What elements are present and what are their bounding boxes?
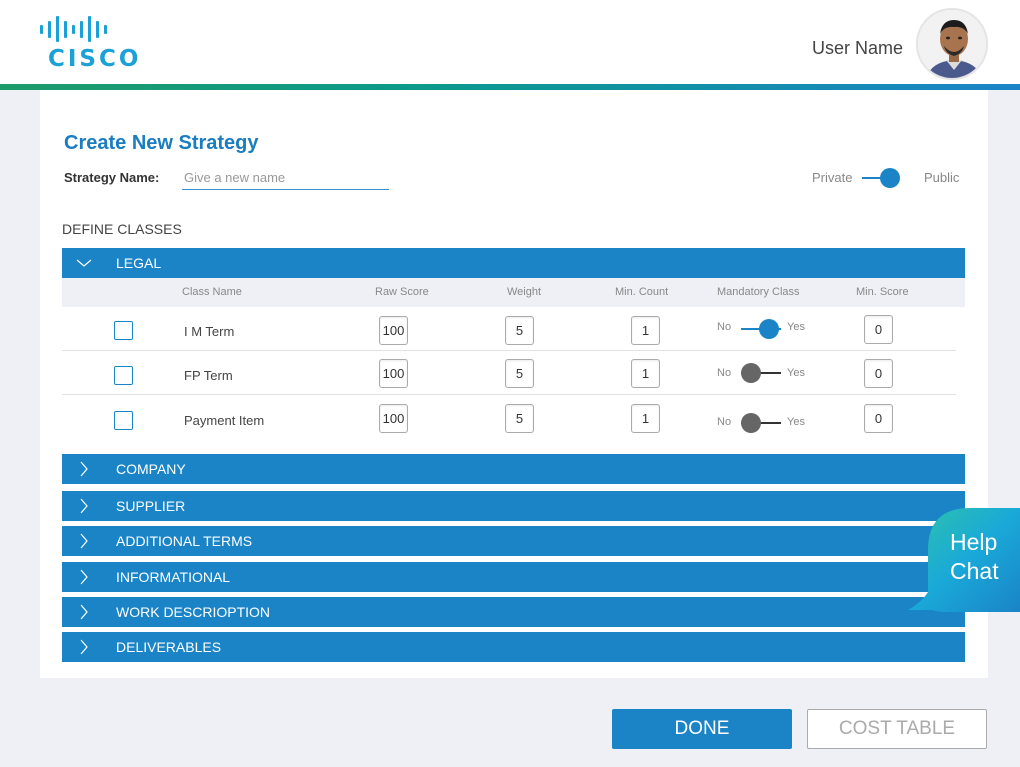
section-label: SUPPLIER: [116, 498, 186, 514]
section-informational[interactable]: INFORMATIONAL: [62, 562, 965, 592]
section-label: COMPANY: [116, 461, 186, 477]
column-header-min-count: Min. Count: [615, 286, 669, 298]
section-legal[interactable]: LEGAL: [62, 248, 965, 278]
table-row: Payment Item 100 5 1 No Yes 0: [62, 395, 965, 439]
chevron-right-icon: [80, 498, 88, 514]
min-count-input[interactable]: 1: [631, 359, 660, 388]
chevron-right-icon: [80, 533, 88, 549]
app-header: CISCO User Name: [0, 0, 1020, 84]
section-additional-terms[interactable]: ADDITIONAL TERMS: [62, 526, 965, 556]
mandatory-toggle[interactable]: [741, 363, 781, 383]
row-checkbox[interactable]: [114, 366, 133, 385]
row-checkbox[interactable]: [114, 411, 133, 430]
mandatory-toggle[interactable]: [741, 319, 781, 339]
raw-score-input[interactable]: 100: [379, 316, 408, 345]
help-chat-label: Help Chat: [950, 528, 999, 586]
table-row: FP Term 100 5 1 No Yes 0: [62, 351, 965, 395]
mandatory-no-label: No: [717, 367, 732, 379]
strategy-panel: Create New Strategy Strategy Name: Priva…: [40, 90, 988, 678]
class-name: Payment Item: [184, 413, 265, 428]
min-score-input[interactable]: 0: [864, 359, 893, 388]
chevron-right-icon: [80, 569, 88, 585]
section-label: INFORMATIONAL: [116, 569, 231, 585]
cisco-logo-text: CISCO: [48, 46, 142, 72]
cost-table-button[interactable]: COST TABLE: [807, 709, 987, 749]
user-name[interactable]: User Name: [812, 38, 903, 59]
chevron-right-icon: [80, 604, 88, 620]
help-chat-button[interactable]: Help Chat: [906, 506, 1020, 616]
strategy-name-input[interactable]: [182, 166, 389, 190]
section-label: ADDITIONAL TERMS: [116, 533, 253, 549]
min-score-input[interactable]: 0: [864, 404, 893, 433]
table-row: I M Term 100 5 1 No Yes 0: [62, 307, 965, 351]
mandatory-yes-label: Yes: [787, 367, 805, 379]
help-chat-line2: Chat: [950, 558, 999, 584]
page-title: Create New Strategy: [64, 132, 259, 154]
section-deliverables[interactable]: DELIVERABLES: [62, 632, 965, 662]
chevron-right-icon: [80, 639, 88, 655]
weight-input[interactable]: 5: [505, 316, 534, 345]
section-company[interactable]: COMPANY: [62, 454, 965, 484]
chevron-right-icon: [80, 461, 88, 477]
cisco-logo[interactable]: CISCO: [38, 14, 148, 72]
raw-score-input[interactable]: 100: [379, 359, 408, 388]
class-name: FP Term: [184, 368, 233, 383]
mandatory-no-label: No: [717, 416, 732, 428]
chevron-down-icon: [76, 259, 92, 267]
weight-input[interactable]: 5: [505, 359, 534, 388]
column-header-mandatory-class: Mandatory Class: [717, 286, 800, 298]
section-label: LEGAL: [116, 255, 162, 271]
section-label: WORK DESCRIOPTION: [116, 604, 271, 620]
section-work-description[interactable]: WORK DESCRIOPTION: [62, 597, 965, 627]
min-score-input[interactable]: 0: [864, 315, 893, 344]
column-header-weight: Weight: [507, 286, 542, 298]
column-header-min-score: Min. Score: [856, 286, 909, 298]
cisco-logo-bars: [40, 14, 148, 44]
avatar-portrait: [918, 10, 986, 78]
min-count-input[interactable]: 1: [631, 316, 660, 345]
column-header-raw-score: Raw Score: [375, 286, 429, 298]
visibility-public-label: Public: [924, 170, 960, 185]
section-label: DELIVERABLES: [116, 639, 222, 655]
mandatory-no-label: No: [717, 321, 732, 333]
table-header: Class Name Raw Score Weight Min. Count M…: [62, 278, 965, 307]
define-classes-heading: DEFINE CLASSES: [62, 221, 182, 237]
mandatory-yes-label: Yes: [787, 416, 805, 428]
visibility-toggle[interactable]: [862, 168, 902, 188]
help-chat-line1: Help: [950, 529, 998, 555]
strategy-name-label: Strategy Name:: [64, 170, 160, 185]
section-supplier[interactable]: SUPPLIER: [62, 491, 965, 521]
done-button[interactable]: DONE: [612, 709, 792, 749]
min-count-input[interactable]: 1: [631, 404, 660, 433]
row-checkbox[interactable]: [114, 321, 133, 340]
column-header-class-name: Class Name: [182, 286, 242, 298]
weight-input[interactable]: 5: [505, 404, 534, 433]
raw-score-input[interactable]: 100: [379, 404, 408, 433]
visibility-private-label: Private: [812, 170, 853, 185]
user-avatar[interactable]: [916, 8, 988, 80]
mandatory-toggle[interactable]: [741, 413, 781, 433]
class-name: I M Term: [184, 324, 235, 339]
mandatory-yes-label: Yes: [787, 321, 805, 333]
